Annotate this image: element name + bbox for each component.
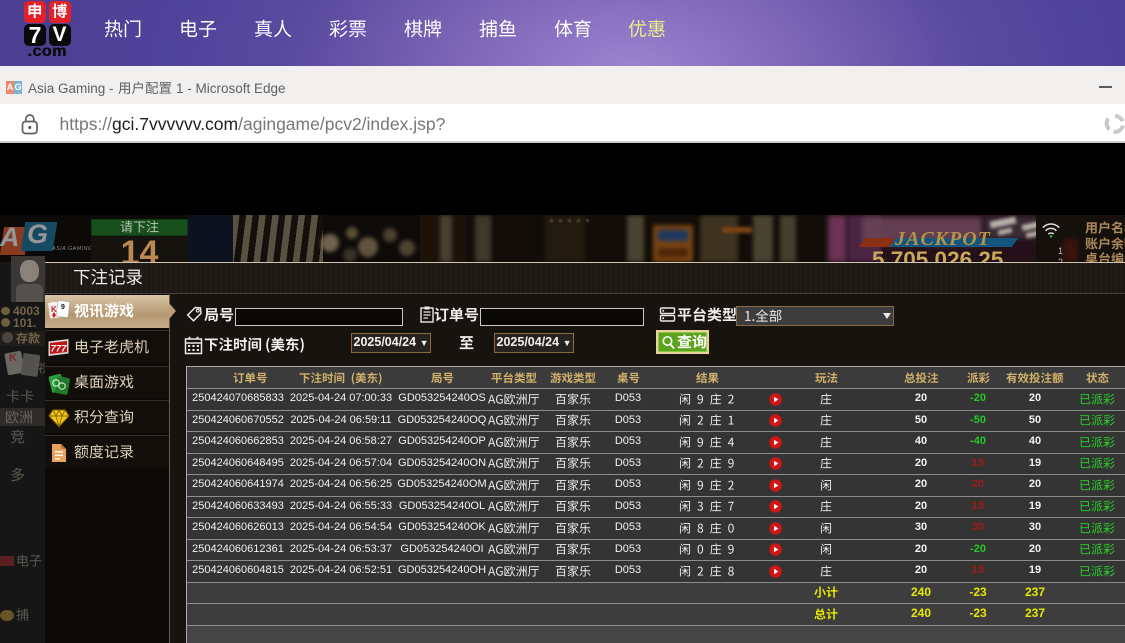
svg-text:777: 777 (51, 344, 68, 355)
svg-text:9: 9 (61, 304, 65, 311)
